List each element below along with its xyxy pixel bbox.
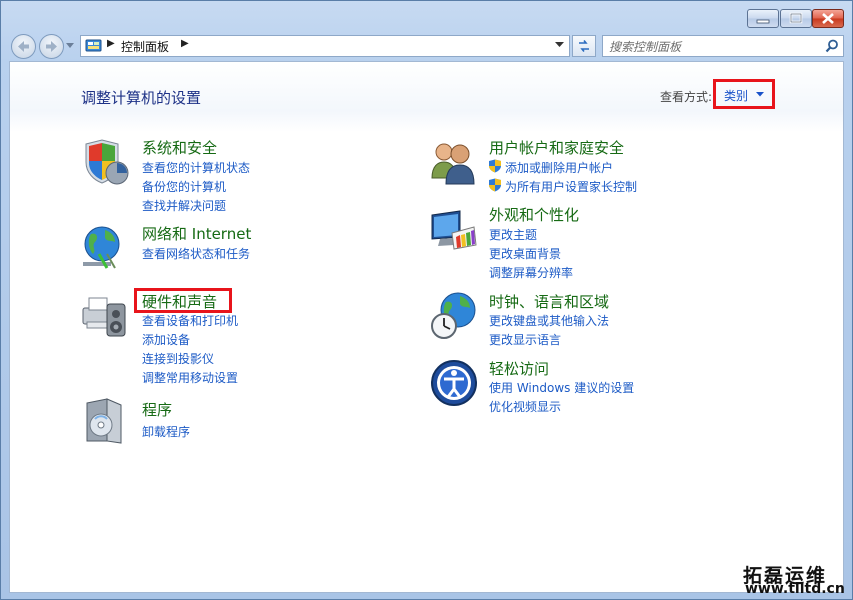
programs-box-icon[interactable] [81, 397, 129, 445]
breadcrumb-separator-icon[interactable]: ▶ [107, 38, 115, 49]
ease-of-access-icon[interactable] [430, 359, 478, 407]
address-bar[interactable]: ▶ 控制面板 ▶ [80, 35, 570, 57]
link-change-display-language[interactable]: 更改显示语言 [489, 331, 561, 348]
link-change-background[interactable]: 更改桌面背景 [489, 245, 561, 262]
category-appearance[interactable]: 外观和个性化 [489, 204, 579, 225]
link-connect-projector[interactable]: 连接到投影仪 [142, 350, 214, 367]
highlight-box-hardware-sound [134, 288, 232, 313]
maximize-icon [789, 12, 803, 24]
uac-shield-icon [489, 159, 501, 173]
watermark: 拓磊运维 www.tlltd.cn [743, 561, 851, 599]
forward-button[interactable] [39, 34, 64, 59]
refresh-button[interactable] [572, 35, 596, 57]
category-programs[interactable]: 程序 [142, 399, 172, 420]
category-ease-of-access[interactable]: 轻松访问 [489, 358, 549, 379]
control-panel-window: ▶ 控制面板 ▶ 调整计算机的设置 查看方式: 类别 [0, 0, 853, 600]
link-view-computer-status[interactable]: 查看您的计算机状态 [142, 159, 250, 176]
view-by-value[interactable]: 类别 [724, 87, 748, 104]
view-by-label: 查看方式: [660, 90, 713, 104]
link-recommended-settings[interactable]: 使用 Windows 建议的设置 [489, 379, 634, 396]
refresh-icon [579, 40, 589, 52]
link-optimize-display[interactable]: 优化视频显示 [489, 398, 561, 415]
link-network-status[interactable]: 查看网络状态和任务 [142, 245, 250, 262]
link-add-device[interactable]: 添加设备 [142, 331, 190, 348]
navigation-bar: ▶ 控制面板 ▶ [1, 31, 852, 61]
link-mobility-settings[interactable]: 调整常用移动设置 [142, 369, 238, 386]
link-backup-computer[interactable]: 备份您的计算机 [142, 178, 226, 195]
link-devices-printers[interactable]: 查看设备和打印机 [142, 312, 238, 329]
arrow-left-icon [18, 41, 29, 52]
title-bar [1, 1, 852, 31]
users-icon[interactable] [430, 138, 478, 186]
category-clock-language-region[interactable]: 时钟、语言和区域 [489, 291, 609, 312]
main-content: 调整计算机的设置 查看方式: 类别 系统和安全 查看您的计算机状态 备份您的计算… [9, 61, 844, 593]
watermark-url: www.tlltd.cn [745, 581, 845, 597]
category-user-accounts[interactable]: 用户帐户和家庭安全 [489, 137, 624, 158]
search-input[interactable] [607, 37, 821, 57]
close-icon [822, 13, 834, 24]
clock-globe-icon[interactable] [430, 292, 478, 340]
back-button[interactable] [11, 34, 36, 59]
page-title: 调整计算机的设置 [81, 89, 202, 107]
recent-pages-dropdown[interactable] [66, 43, 74, 49]
search-icon[interactable] [825, 39, 839, 53]
search-box[interactable] [602, 35, 844, 57]
link-parental-controls[interactable]: 为所有用户设置家长控制 [505, 178, 637, 195]
link-change-keyboard[interactable]: 更改键盘或其他输入法 [489, 312, 609, 329]
breadcrumb-separator-icon[interactable]: ▶ [181, 38, 189, 49]
link-uninstall-program[interactable]: 卸载程序 [142, 423, 190, 440]
printer-speaker-icon[interactable] [81, 292, 129, 340]
minimize-button[interactable] [747, 9, 779, 28]
network-globe-icon[interactable] [81, 224, 129, 272]
view-by-dropdown[interactable]: 类别 [713, 79, 775, 109]
chevron-down-icon[interactable] [555, 42, 564, 48]
chevron-down-icon[interactable] [756, 92, 764, 97]
uac-shield-icon [489, 178, 501, 192]
close-button[interactable] [812, 9, 844, 28]
breadcrumb-control-panel[interactable]: 控制面板 [121, 38, 169, 55]
monitor-palette-icon[interactable] [430, 207, 478, 255]
minimize-icon [756, 19, 770, 24]
link-troubleshoot[interactable]: 查找并解决问题 [142, 197, 226, 214]
arrow-right-icon [46, 41, 57, 52]
system-security-icon[interactable] [81, 138, 129, 186]
link-screen-resolution[interactable]: 调整屏幕分辨率 [489, 264, 573, 281]
link-add-remove-accounts[interactable]: 添加或删除用户帐户 [505, 159, 613, 176]
category-network-internet[interactable]: 网络和 Internet [142, 223, 251, 244]
category-system-security[interactable]: 系统和安全 [142, 137, 217, 158]
link-change-theme[interactable]: 更改主题 [489, 226, 537, 243]
maximize-button[interactable] [780, 9, 812, 28]
control-panel-icon [85, 39, 102, 52]
